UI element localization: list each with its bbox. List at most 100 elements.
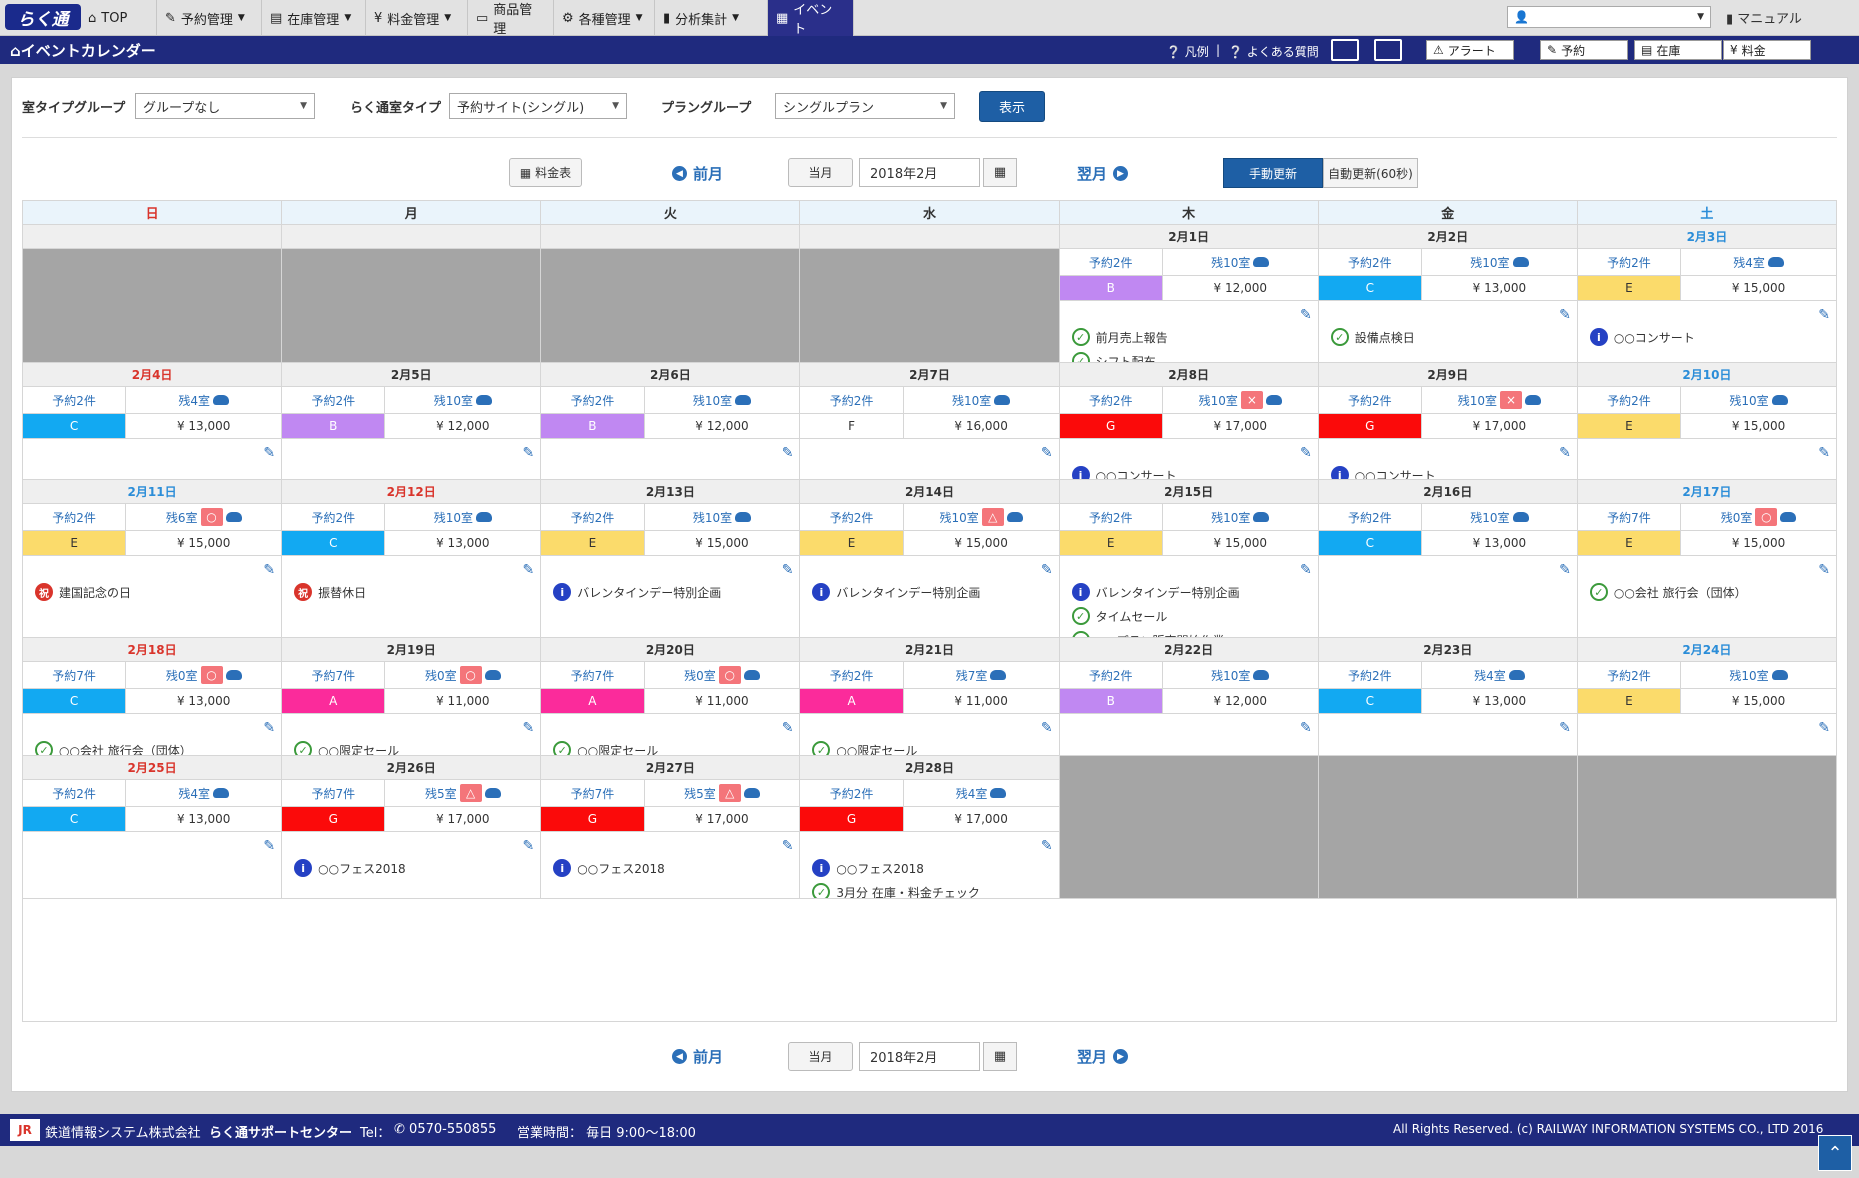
calendar-picker-button[interactable]: ▦ xyxy=(983,158,1017,187)
faq-link[interactable]: ❔ よくある質問 xyxy=(1228,43,1319,60)
month-input-bottom[interactable]: 2018年2月 xyxy=(859,1042,980,1071)
event-item[interactable]: i ○○フェス2018 xyxy=(553,856,795,880)
reservation-count-link[interactable]: 予約7件 xyxy=(23,662,127,688)
reservation-count-link[interactable]: 予約2件 xyxy=(1319,504,1422,530)
remaining-rooms-link[interactable]: 残5室 △ xyxy=(385,780,540,806)
event-item[interactable]: ✓ ○○限定セール xyxy=(294,738,536,755)
reservation-count-link[interactable]: 予約2件 xyxy=(1319,249,1422,275)
edit-event-icon[interactable]: ✎ xyxy=(1300,720,1312,736)
remaining-rooms-link[interactable]: 残4室 xyxy=(126,387,281,413)
cloud-upload-icon[interactable] xyxy=(225,512,242,522)
event-item[interactable]: ✓ シフト配布 xyxy=(1071,349,1314,362)
stock-button[interactable]: ▤ 在庫 xyxy=(1634,40,1722,60)
reservation-count-link[interactable]: 予約2件 xyxy=(800,662,904,688)
prev-month-link-bottom[interactable]: ◀ 前月 xyxy=(672,1046,723,1067)
edit-event-icon[interactable]: ✎ xyxy=(263,445,275,461)
cloud-upload-icon[interactable] xyxy=(1767,257,1784,267)
remaining-rooms-link[interactable]: 残10室 × xyxy=(1163,387,1318,413)
reservation-count-link[interactable]: 予約2件 xyxy=(1578,662,1682,688)
event-item[interactable]: i ○○コンサート xyxy=(1071,463,1314,479)
nav-item-1[interactable]: ✎ 予約管理 ▼ xyxy=(157,0,262,36)
nav-item-4[interactable]: ▭ 商品管理 xyxy=(468,0,554,37)
roomtype-group-select[interactable]: グループなし ▼ xyxy=(135,93,315,119)
remaining-rooms-link[interactable]: 残10室 xyxy=(904,387,1059,413)
event-item[interactable]: i ○○フェス2018 xyxy=(294,856,536,880)
price-table-button[interactable]: ▦ 料金表 xyxy=(509,158,582,187)
edit-event-icon[interactable]: ✎ xyxy=(782,562,794,578)
alert-button[interactable]: ⚠ アラート xyxy=(1426,40,1514,60)
remaining-rooms-link[interactable]: 残0室 ○ xyxy=(126,662,281,688)
next-month-link-bottom[interactable]: 翌月 ▶ xyxy=(1077,1046,1129,1067)
cloud-upload-icon[interactable] xyxy=(1265,395,1282,405)
reservation-count-link[interactable]: 予約7件 xyxy=(541,662,645,688)
event-item[interactable]: i ○○コンサート xyxy=(1589,325,1832,349)
reservation-count-link[interactable]: 予約2件 xyxy=(1060,504,1163,530)
cloud-upload-icon[interactable] xyxy=(484,788,501,798)
reservation-count-link[interactable]: 予約2件 xyxy=(1319,387,1422,413)
edit-event-icon[interactable]: ✎ xyxy=(1559,720,1571,736)
nav-item-5[interactable]: ⚙ 各種管理 ▼ xyxy=(554,0,655,36)
cloud-upload-icon[interactable] xyxy=(1508,670,1525,680)
month-input[interactable]: 2018年2月 xyxy=(859,158,980,187)
cloud-upload-icon[interactable] xyxy=(1253,670,1270,680)
cloud-upload-icon[interactable] xyxy=(484,670,501,680)
edit-event-icon[interactable]: ✎ xyxy=(1041,562,1053,578)
cloud-upload-icon[interactable] xyxy=(1780,512,1797,522)
reservation-count-link[interactable]: 予約2件 xyxy=(541,504,645,530)
remaining-rooms-link[interactable]: 残10室 xyxy=(645,387,800,413)
cloud-upload-icon[interactable] xyxy=(225,670,242,680)
manual-link[interactable]: ▮ マニュアル xyxy=(1726,8,1802,27)
current-month-button-bottom[interactable]: 当月 xyxy=(788,1042,853,1071)
nav-item-0[interactable]: ⌂ TOP xyxy=(80,0,157,36)
reserve-button[interactable]: ✎ 予約 xyxy=(1540,40,1628,60)
printer-icon[interactable] xyxy=(1374,39,1402,61)
edit-event-icon[interactable]: ✎ xyxy=(263,838,275,854)
remaining-rooms-link[interactable]: 残4室 xyxy=(904,780,1059,806)
app-logo[interactable]: らく通 xyxy=(5,4,81,30)
edit-event-icon[interactable]: ✎ xyxy=(1559,307,1571,323)
event-item[interactable]: ✓ ○○限定セール xyxy=(553,738,795,755)
edit-event-icon[interactable]: ✎ xyxy=(523,445,535,461)
event-item[interactable]: ✓ ○○限定セール xyxy=(812,738,1054,755)
monitor-icon[interactable] xyxy=(1331,39,1359,61)
reservation-count-link[interactable]: 予約2件 xyxy=(800,504,904,530)
event-item[interactable]: i バレンタインデー特別企画 xyxy=(812,580,1054,604)
event-item[interactable]: ✓ タイムセール xyxy=(1071,604,1314,628)
reservation-count-link[interactable]: 予約2件 xyxy=(1578,249,1682,275)
cloud-upload-icon[interactable] xyxy=(1771,670,1788,680)
remaining-rooms-link[interactable]: 残10室 xyxy=(1163,249,1318,275)
nav-item-3[interactable]: ¥ 料金管理 ▼ xyxy=(366,0,468,36)
reservation-count-link[interactable]: 予約2件 xyxy=(1060,662,1163,688)
remaining-rooms-link[interactable]: 残7室 xyxy=(904,662,1059,688)
cloud-upload-icon[interactable] xyxy=(743,788,760,798)
edit-event-icon[interactable]: ✎ xyxy=(1818,720,1830,736)
remaining-rooms-link[interactable]: 残10室 xyxy=(1163,504,1318,530)
reservation-count-link[interactable]: 予約7件 xyxy=(282,662,386,688)
event-item[interactable]: ✓ 3月分 在庫・料金チェック xyxy=(812,880,1054,898)
nav-item-6[interactable]: ▮ 分析集計 ▼ xyxy=(655,0,768,36)
reservation-count-link[interactable]: 予約2件 xyxy=(1060,249,1163,275)
reservation-count-link[interactable]: 予約2件 xyxy=(23,780,127,806)
cloud-upload-icon[interactable] xyxy=(1512,512,1529,522)
edit-event-icon[interactable]: ✎ xyxy=(523,562,535,578)
cloud-upload-icon[interactable] xyxy=(743,670,760,680)
remaining-rooms-link[interactable]: 残10室 × xyxy=(1422,387,1577,413)
cloud-upload-icon[interactable] xyxy=(1525,395,1542,405)
cloud-upload-icon[interactable] xyxy=(735,395,752,405)
cloud-upload-icon[interactable] xyxy=(213,395,229,405)
event-item[interactable]: 祝建国記念の日 xyxy=(35,580,277,604)
remaining-rooms-link[interactable]: 残10室 xyxy=(1163,662,1318,688)
cloud-upload-icon[interactable] xyxy=(994,395,1011,405)
edit-event-icon[interactable]: ✎ xyxy=(1300,562,1312,578)
remaining-rooms-link[interactable]: 残4室 xyxy=(1681,249,1836,275)
reservation-count-link[interactable]: 予約2件 xyxy=(1578,387,1682,413)
remaining-rooms-link[interactable]: 残6室 ○ xyxy=(126,504,281,530)
edit-event-icon[interactable]: ✎ xyxy=(523,838,535,854)
prev-month-link[interactable]: ◀ 前月 xyxy=(672,163,723,184)
edit-event-icon[interactable]: ✎ xyxy=(263,720,275,736)
reservation-count-link[interactable]: 予約2件 xyxy=(800,387,904,413)
reservation-count-link[interactable]: 予約2件 xyxy=(800,780,904,806)
edit-event-icon[interactable]: ✎ xyxy=(1300,445,1312,461)
cloud-upload-icon[interactable] xyxy=(1253,257,1270,267)
cloud-upload-icon[interactable] xyxy=(990,670,1007,680)
